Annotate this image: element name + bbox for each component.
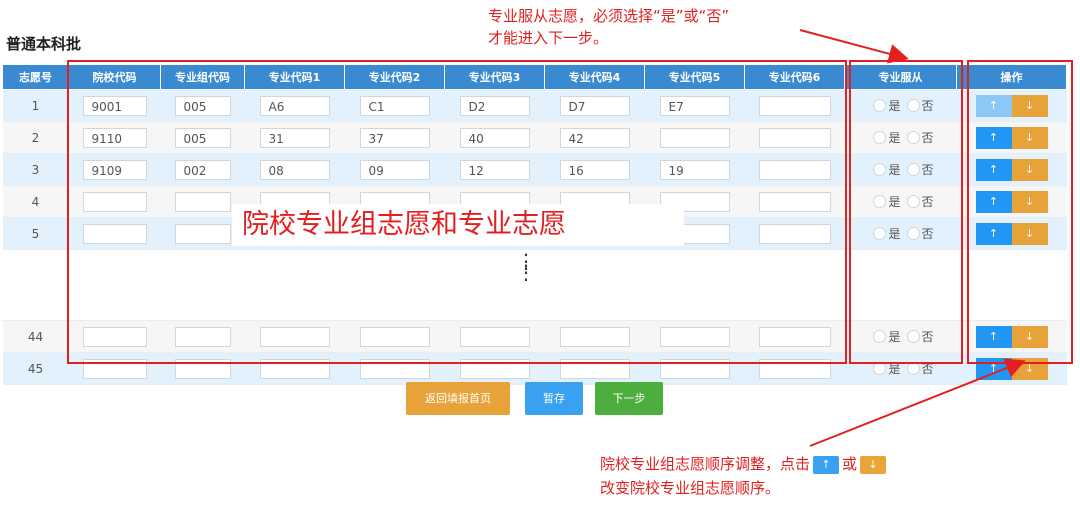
back-home-button[interactable]: 返回填报首页	[406, 382, 510, 415]
obey-no-label: 否	[921, 362, 934, 376]
page-title: 普通本科批	[6, 35, 82, 53]
volunteer-number: 45	[2, 352, 69, 385]
bottom-annotation: 院校专业组志愿顺序调整，点击 ↑ 或 ↓ 改变院校专业组志愿顺序。	[600, 452, 889, 500]
top-annotation: 专业服从志愿，必须选择“是”或“否” 才能进入下一步。	[488, 5, 729, 49]
volunteer-number: 3	[2, 153, 69, 186]
volunteer-number: 2	[2, 121, 69, 154]
next-step-button[interactable]: 下一步	[595, 382, 663, 415]
save-draft-button[interactable]: 暂存	[525, 382, 583, 415]
arrow-to-obey-column	[799, 29, 909, 64]
bottom-annotation-line1: 院校专业组志愿顺序调整，点击 ↑ 或 ↓	[600, 452, 889, 476]
volunteer-number: 1	[2, 89, 69, 122]
volunteer-number: 5	[2, 217, 69, 250]
operation-frame	[967, 60, 1073, 364]
top-annotation-line1: 专业服从志愿，必须选择“是”或“否”	[488, 7, 730, 25]
volunteer-number: 44	[2, 320, 69, 353]
arrow-down-icon: ↓	[860, 455, 887, 474]
obey-frame	[849, 60, 963, 364]
top-annotation-line2: 才能进入下一步。	[488, 29, 609, 47]
bottom-annotation-line2: 改变院校专业组志愿顺序。	[600, 479, 781, 497]
volunteer-number: 4	[2, 185, 69, 218]
obey-yes-label: 是	[888, 362, 901, 376]
arrow-up-icon: ↑	[813, 455, 840, 474]
more-rows-ellipsis: ⋮ ⋮	[516, 249, 536, 284]
choice-region-label: 院校专业组志愿和专业志愿	[232, 204, 684, 246]
column-header: 志愿号	[2, 64, 69, 90]
